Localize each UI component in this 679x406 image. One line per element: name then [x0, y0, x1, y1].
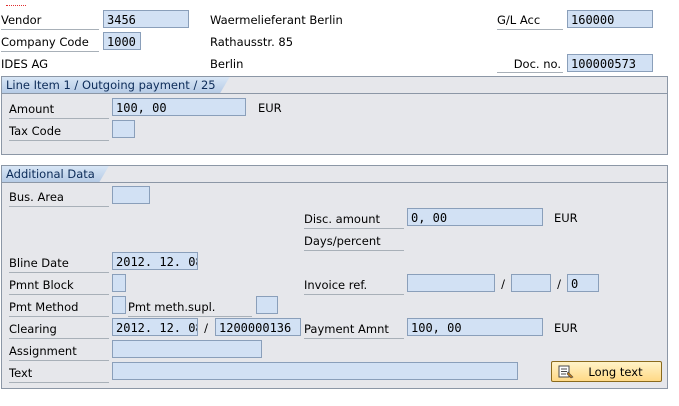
disc-amount-label: Disc. amount — [304, 210, 404, 229]
invoice-ref-year-field[interactable] — [511, 274, 551, 292]
pmt-method-label: Pmt Method — [9, 298, 109, 317]
disc-amount-field[interactable]: 0, 00 — [407, 208, 543, 226]
line-item-title: Line Item 1 / Outgoing payment / 25 — [2, 77, 230, 94]
long-text-icon — [558, 365, 574, 378]
text-label: Text — [9, 364, 109, 383]
gl-acc-label: G/L Acc — [497, 11, 563, 30]
payment-amnt-field[interactable]: 100, 00 — [407, 318, 543, 336]
payment-amnt-label: Payment Amnt — [304, 320, 404, 339]
invoice-ref-separator: / — [501, 277, 505, 291]
bus-area-field[interactable] — [112, 186, 150, 204]
invoice-ref-field[interactable] — [407, 274, 495, 292]
payment-currency: EUR — [554, 321, 578, 335]
invoice-ref-item-field[interactable]: 0 — [567, 274, 599, 292]
pmnt-block-label: Pmnt Block — [9, 276, 109, 295]
clearing-separator: / — [204, 321, 208, 335]
amount-label: Amount — [9, 100, 109, 119]
doc-no-field[interactable]: 100000573 — [567, 54, 653, 72]
company-name: IDES AG — [1, 57, 49, 71]
pmt-method-field[interactable] — [112, 296, 126, 314]
pmt-meth-supl-label: Pmt meth.supl. — [128, 298, 252, 317]
days-percent-label: Days/percent — [304, 232, 404, 251]
vendor-label: Vendor — [1, 11, 99, 30]
amount-field[interactable]: 100, 00 — [112, 98, 246, 116]
clearing-doc-field[interactable]: 1200000136 — [215, 318, 301, 336]
vendor-street: Rathausstr. 85 — [210, 35, 294, 49]
disc-currency: EUR — [554, 211, 578, 225]
assignment-label: Assignment — [9, 342, 109, 361]
pmt-meth-supl-field[interactable] — [256, 296, 278, 314]
bline-date-label: Bline Date — [9, 254, 109, 273]
text-field[interactable] — [112, 362, 518, 380]
invoice-ref-separator: / — [557, 277, 561, 291]
clearing-label: Clearing — [9, 320, 109, 339]
assignment-field[interactable] — [112, 340, 262, 358]
required-marker — [6, 5, 26, 7]
long-text-label: Long text — [588, 364, 643, 379]
additional-data-title: Additional Data — [2, 166, 109, 183]
company-code-field[interactable]: 1000 — [103, 32, 141, 50]
group-divider — [2, 182, 667, 183]
tax-code-field[interactable] — [112, 120, 135, 138]
tax-code-label: Tax Code — [9, 122, 109, 141]
pmnt-block-field[interactable] — [112, 274, 126, 292]
gl-acc-field[interactable]: 160000 — [567, 10, 653, 28]
doc-no-label: Doc. no. — [497, 55, 563, 73]
long-text-button[interactable]: Long text — [551, 361, 662, 382]
amount-currency: EUR — [258, 101, 282, 115]
vendor-name: Waermelieferant Berlin — [210, 13, 343, 27]
additional-data-group: Additional Data Bus. Area Disc. amount 0… — [1, 165, 668, 389]
invoice-ref-label: Invoice ref. — [304, 276, 404, 295]
bline-date-field[interactable]: 2012. 12. 08 — [112, 252, 198, 270]
company-code-label: Company Code — [1, 33, 99, 52]
clearing-date-field[interactable]: 2012. 12. 08 — [112, 318, 198, 336]
line-item-group: Line Item 1 / Outgoing payment / 25 Amou… — [1, 76, 668, 155]
vendor-city: Berlin — [210, 57, 244, 71]
bus-area-label: Bus. Area — [9, 188, 109, 207]
vendor-field[interactable]: 3456 — [103, 10, 189, 28]
